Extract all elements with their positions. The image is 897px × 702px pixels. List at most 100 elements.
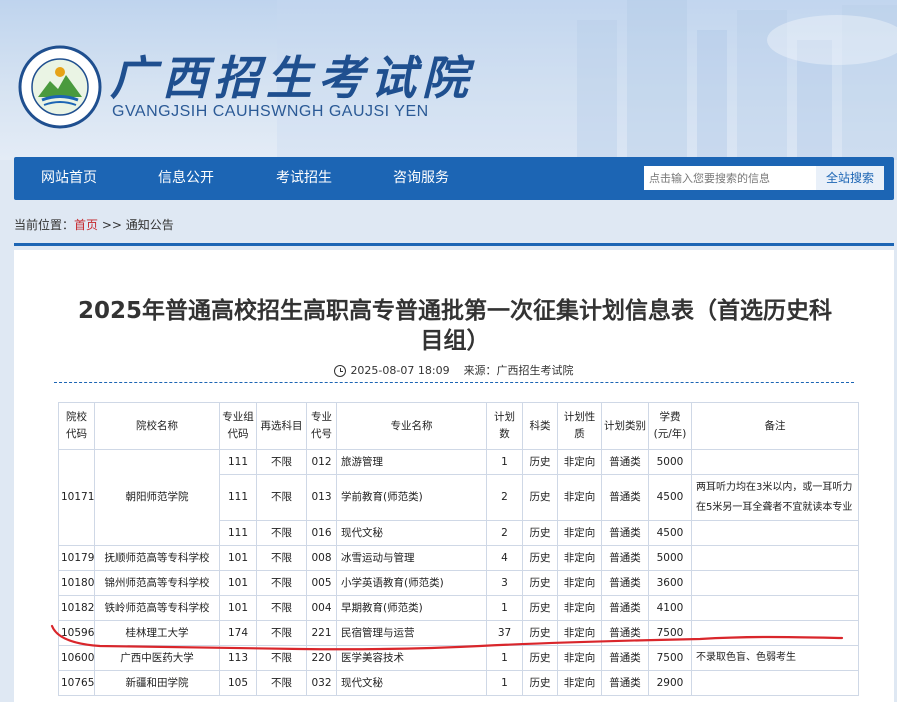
article-date: 2025-08-07 18:09 bbox=[350, 364, 450, 377]
main-nav: 网站首页 信息公开 考试招生 咨询服务 全站搜索 bbox=[14, 157, 894, 200]
cell-group-code: 101 bbox=[219, 595, 257, 621]
cell-remark bbox=[691, 570, 859, 596]
cell-remark: 不录取色盲、色弱考生 bbox=[691, 645, 859, 671]
header-school-code: 院校代码 bbox=[58, 402, 95, 450]
cell-school-code: 10180 bbox=[58, 570, 95, 596]
cell-remark: 两耳听力均在3米以内，或一耳听力在5米另一耳全聋者不宜就读本专业 bbox=[691, 474, 859, 521]
cell-plan-nature: 非定向 bbox=[557, 474, 602, 521]
table-row: 10179 抚顺师范高等专科学校 101 不限 008 冰雪运动与管理 4 历史… bbox=[58, 545, 859, 571]
logo-emblem-icon bbox=[18, 45, 102, 129]
cell-plan-nature: 非定向 bbox=[557, 449, 602, 475]
cell-plan-nature: 非定向 bbox=[557, 570, 602, 596]
article-source: 来源：广西招生考试院 bbox=[463, 364, 574, 377]
article-panel: 2025年普通高校招生高职高专普通批第一次征集计划信息表（首选历史科 目组） 2… bbox=[14, 250, 894, 702]
cell-major-name: 旅游管理 bbox=[336, 449, 487, 475]
cell-reselect: 不限 bbox=[256, 620, 307, 646]
header-group-code: 专业组代码 bbox=[219, 402, 257, 450]
cell-major-name: 现代文秘 bbox=[336, 520, 487, 546]
cell-school-code: 10179 bbox=[58, 545, 95, 571]
cell-reselect: 不限 bbox=[256, 520, 307, 546]
article-title-line1: 2025年普通高校招生高职高专普通批第一次征集计划信息表（首选历史科 bbox=[77, 298, 832, 324]
header-major-name: 专业名称 bbox=[336, 402, 487, 450]
cell-school-name: 铁岭师范高等专科学校 bbox=[94, 595, 220, 621]
cell-school-code: 10600 bbox=[58, 645, 95, 671]
cell-plan-count: 1 bbox=[486, 449, 523, 475]
cell-group-code: 101 bbox=[219, 545, 257, 571]
cell-plan-count: 3 bbox=[486, 570, 523, 596]
cell-tuition: 7500 bbox=[648, 645, 692, 671]
cell-major-name: 小学英语教育(师范类) bbox=[336, 570, 487, 596]
cell-plan-type: 普通类 bbox=[601, 670, 649, 696]
clock-icon bbox=[334, 365, 347, 377]
cell-category: 历史 bbox=[522, 545, 558, 571]
cell-category: 历史 bbox=[522, 645, 558, 671]
cell-major-code: 013 bbox=[306, 474, 337, 521]
search-input[interactable] bbox=[644, 166, 816, 190]
nav-info-public[interactable]: 信息公开 bbox=[158, 157, 214, 200]
cell-school-code: 10596 bbox=[58, 620, 95, 646]
table-row: 10182 铁岭师范高等专科学校 101 不限 004 早期教育(师范类) 1 … bbox=[58, 595, 859, 621]
cell-school-name: 朝阳师范学院 bbox=[94, 449, 220, 546]
cell-category: 历史 bbox=[522, 595, 558, 621]
cell-group-code: 111 bbox=[219, 474, 257, 521]
cell-reselect: 不限 bbox=[256, 449, 307, 475]
header-remark: 备注 bbox=[691, 402, 859, 450]
cell-major-name: 现代文秘 bbox=[336, 670, 487, 696]
cell-major-name: 民宿管理与运营 bbox=[336, 620, 487, 646]
cell-plan-count: 2 bbox=[486, 520, 523, 546]
cell-group-code: 111 bbox=[219, 520, 257, 546]
breadcrumb-home-link[interactable]: 首页 bbox=[74, 218, 98, 232]
breadcrumb-current: 通知公告 bbox=[125, 218, 174, 232]
cell-school-name: 广西中医药大学 bbox=[94, 645, 220, 671]
breadcrumb-divider bbox=[14, 243, 894, 246]
cell-category: 历史 bbox=[522, 520, 558, 546]
table-header-row: 院校代码 院校名称 专业组代码 再选科目 专业代号 专业名称 计划数 科类 计划… bbox=[58, 402, 859, 450]
site-header: 广西招生考试院 GVANGJSIH CAUHSWNGH GAUJSI YEN bbox=[0, 0, 897, 160]
cell-category: 历史 bbox=[522, 670, 558, 696]
meta-divider bbox=[54, 382, 854, 383]
cell-school-code: 10171 bbox=[58, 449, 95, 546]
cell-school-name: 抚顺师范高等专科学校 bbox=[94, 545, 220, 571]
cell-tuition: 4100 bbox=[648, 595, 692, 621]
site-logo-title: 广西招生考试院 bbox=[110, 51, 474, 105]
cell-group-code: 111 bbox=[219, 449, 257, 475]
cell-major-name: 医学美容技术 bbox=[336, 645, 487, 671]
nav-exam-admission[interactable]: 考试招生 bbox=[276, 157, 332, 200]
cell-school-name: 桂林理工大学 bbox=[94, 620, 220, 646]
cell-tuition: 7500 bbox=[648, 620, 692, 646]
cell-category: 历史 bbox=[522, 449, 558, 475]
header-tuition: 学费(元/年) bbox=[648, 402, 692, 450]
cell-major-code: 220 bbox=[306, 645, 337, 671]
cell-remark bbox=[691, 670, 859, 696]
cell-major-code: 005 bbox=[306, 570, 337, 596]
cell-group-code: 105 bbox=[219, 670, 257, 696]
header-reselect: 再选科目 bbox=[256, 402, 307, 450]
cell-plan-nature: 非定向 bbox=[557, 595, 602, 621]
nav-home[interactable]: 网站首页 bbox=[41, 157, 97, 200]
header-plan-nature: 计划性质 bbox=[557, 402, 602, 450]
search-button[interactable]: 全站搜索 bbox=[816, 166, 884, 190]
cell-school-code: 10182 bbox=[58, 595, 95, 621]
cell-remark bbox=[691, 595, 859, 621]
breadcrumb: 当前位置：首页 >> 通知公告 bbox=[14, 216, 174, 233]
cell-plan-type: 普通类 bbox=[601, 545, 649, 571]
header-plan-count: 计划数 bbox=[486, 402, 523, 450]
table-row: 10765 新疆和田学院 105 不限 032 现代文秘 1 历史 非定向 普通… bbox=[58, 670, 859, 696]
table-row: 10171 朝阳师范学院 111 不限 012 旅游管理 1 历史 非定向 普通… bbox=[58, 449, 859, 546]
table-row: 10600 广西中医药大学 113 不限 220 医学美容技术 1 历史 非定向… bbox=[58, 645, 859, 671]
cell-tuition: 3600 bbox=[648, 570, 692, 596]
cell-category: 历史 bbox=[522, 620, 558, 646]
cell-school-name: 锦州师范高等专科学校 bbox=[94, 570, 220, 596]
cell-plan-count: 1 bbox=[486, 645, 523, 671]
cell-major-code: 221 bbox=[306, 620, 337, 646]
cell-major-code: 012 bbox=[306, 449, 337, 475]
article-meta: 2025-08-07 18:09 来源：广西招生考试院 bbox=[14, 362, 894, 378]
header-category: 科类 bbox=[522, 402, 558, 450]
cell-group-code: 174 bbox=[219, 620, 257, 646]
header-plan-type: 计划类别 bbox=[601, 402, 649, 450]
cell-plan-type: 普通类 bbox=[601, 570, 649, 596]
cell-plan-nature: 非定向 bbox=[557, 520, 602, 546]
cell-tuition: 5000 bbox=[648, 545, 692, 571]
nav-consult-service[interactable]: 咨询服务 bbox=[393, 157, 449, 200]
cell-plan-type: 普通类 bbox=[601, 595, 649, 621]
